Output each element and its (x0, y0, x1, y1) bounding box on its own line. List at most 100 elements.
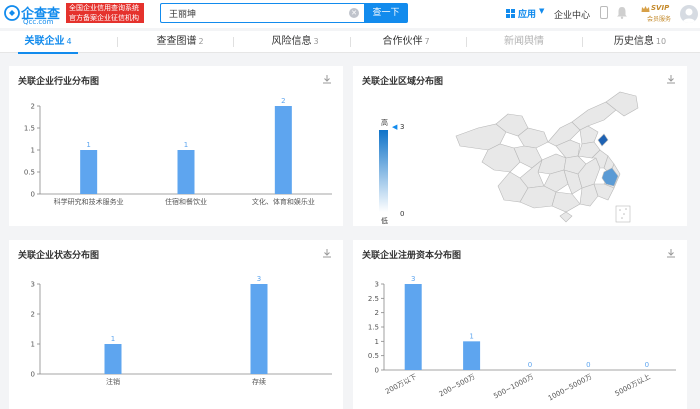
apps-grid-icon (506, 9, 515, 18)
data-label: 2 (281, 97, 285, 105)
tab-risk[interactable]: 风险信息 3 (255, 31, 335, 53)
x-tick-label: 注销 (106, 377, 120, 386)
data-label: 1 (184, 141, 188, 149)
data-label: 0 (586, 361, 590, 369)
tab-label: 关联企业 (24, 36, 65, 47)
y-tick-label: 2 (375, 309, 379, 317)
tab-label: 合作伙伴 (382, 36, 423, 47)
tab-divider (233, 37, 234, 47)
status-bar-chart: 0 1 2 3 1 注销 3 存续 (31, 275, 332, 386)
enterprise-center-link[interactable]: 企业中心 (554, 8, 590, 21)
data-label: 0 (645, 361, 649, 369)
data-label: 0 (528, 361, 532, 369)
x-tick-label: 200~500万 (438, 373, 477, 399)
download-icon[interactable] (666, 74, 676, 84)
y-tick-label: 0 (31, 191, 35, 199)
bar (463, 341, 481, 370)
y-tick-label: 3 (375, 281, 379, 289)
crown-icon (641, 6, 650, 12)
chevron-down-icon: ▼ (539, 7, 545, 15)
tab-related-companies[interactable]: 关联企业 4 (18, 31, 78, 54)
x-tick-label: 5000万以上 (613, 372, 652, 398)
tab-news[interactable]: 新闻舆情 (484, 31, 564, 53)
y-tick-label: 1 (31, 147, 35, 155)
bar (104, 344, 122, 374)
tab-bar: 关联企业 4 查查图谱 2 风险信息 3 合作伙伴 7 新闻舆情 历史信息 10 (0, 31, 700, 54)
bar (274, 106, 292, 194)
tab-graph[interactable]: 查查图谱 2 (140, 31, 220, 53)
logo-badge-icon (4, 5, 20, 21)
map-region-beijing[interactable] (597, 133, 609, 147)
y-tick-label: 2 (31, 103, 35, 111)
legend-min-value: 0 (400, 210, 405, 218)
data-label: 1 (111, 335, 115, 343)
x-tick-label: 科学研究和技术服务业 (54, 197, 124, 206)
tab-label: 历史信息 (613, 36, 654, 47)
apps-menu[interactable]: 应用 (518, 7, 536, 20)
svip-badge[interactable]: SVIP 会员服务 (641, 4, 673, 24)
data-label: 1 (86, 141, 90, 149)
y-tick-label: 2.5 (368, 295, 379, 303)
status-distribution-panel: 关联企业状态分布图 0 1 2 3 1 注销 3 存续 (9, 240, 343, 409)
x-tick-label: 500~1000万 (492, 373, 535, 401)
avatar[interactable] (680, 5, 698, 23)
tab-history[interactable]: 历史信息 10 (600, 31, 680, 53)
svip-sub-label: 会员服务 (647, 16, 672, 23)
bar (177, 150, 195, 194)
slogan-line-1: 全国企业信用查询系统 (69, 4, 139, 12)
industry-distribution-panel: 关联企业行业分布图 0 0.5 1 1.5 2 1 科学研究和技术服务业 1 住宿和餐饮业 2 文化… (9, 66, 343, 226)
data-label: 3 (257, 275, 261, 283)
qcc-logo[interactable]: 企查查 Qcc.com (4, 3, 64, 26)
active-tab-indicator (18, 52, 78, 54)
tab-divider (582, 37, 583, 47)
y-tick-label: 0 (375, 367, 379, 375)
search-button[interactable]: 查一下 (364, 3, 408, 23)
tab-partners[interactable]: 合作伙伴 7 (366, 31, 446, 53)
search-box: ✕ (160, 3, 364, 23)
mobile-phone-icon[interactable] (600, 6, 608, 19)
tab-divider (350, 37, 351, 47)
tab-label: 查查图谱 (156, 36, 197, 47)
user-icon (682, 8, 696, 23)
map-provinces (455, 91, 639, 223)
legend-max-arrow: ◀ (392, 123, 398, 131)
slogan-badge: 全国企业信用查询系统 官方备案企业征信机构 (66, 3, 144, 23)
tab-divider (117, 37, 118, 47)
top-header: 企查查 Qcc.com 全国企业信用查询系统 官方备案企业征信机构 ✕ 查一下 … (0, 0, 700, 28)
y-tick-label: 0.5 (24, 169, 35, 177)
tab-divider (466, 37, 467, 47)
y-tick-label: 2 (31, 311, 35, 319)
legend-gradient-bar (379, 130, 388, 212)
capital-bar-chart: 0 0.5 1 1.5 2 2.5 3 3 200万以下 1 200~500万 0 500~1000万 0… (368, 275, 676, 403)
y-tick-label: 1.5 (368, 324, 379, 332)
y-tick-label: 1.5 (24, 125, 35, 133)
x-tick-label: 1000~5000万 (547, 373, 594, 403)
svip-label: SVIP (651, 4, 670, 12)
bell-icon[interactable] (616, 6, 628, 19)
x-tick-label: 住宿和餐饮业 (165, 197, 207, 206)
tab-count: 2 (198, 37, 204, 46)
region-distribution-panel: 关联企业区域分布图 高 ◀ 3 0 低 (353, 66, 687, 226)
panel-title: 关联企业区域分布图 (362, 77, 444, 87)
clear-icon[interactable]: ✕ (349, 8, 359, 18)
legend-max-value: 3 (400, 123, 405, 131)
logo-subtext: Qcc.com (23, 18, 54, 26)
data-label: 1 (469, 332, 473, 340)
tab-count: 10 (655, 37, 667, 46)
y-tick-label: 1 (375, 338, 379, 346)
x-tick-label: 200万以下 (384, 373, 418, 396)
tab-count: 3 (313, 37, 319, 46)
tab-count: 4 (66, 37, 72, 46)
y-tick-label: 3 (31, 281, 35, 289)
search-input[interactable] (169, 7, 339, 20)
industry-bar-chart: 0 0.5 1 1.5 2 1 科学研究和技术服务业 1 住宿和餐饮业 2 文化、体育和娱乐业 (24, 97, 332, 206)
tab-label: 新闻舆情 (504, 36, 544, 47)
y-tick-label: 0 (31, 371, 35, 379)
bar (404, 284, 422, 370)
china-map[interactable] (448, 88, 648, 224)
tab-count: 7 (424, 37, 430, 46)
bar (80, 150, 98, 194)
legend-high-label: 高 (381, 119, 388, 127)
y-tick-label: 0.5 (368, 352, 379, 360)
x-tick-label: 存续 (252, 377, 266, 386)
